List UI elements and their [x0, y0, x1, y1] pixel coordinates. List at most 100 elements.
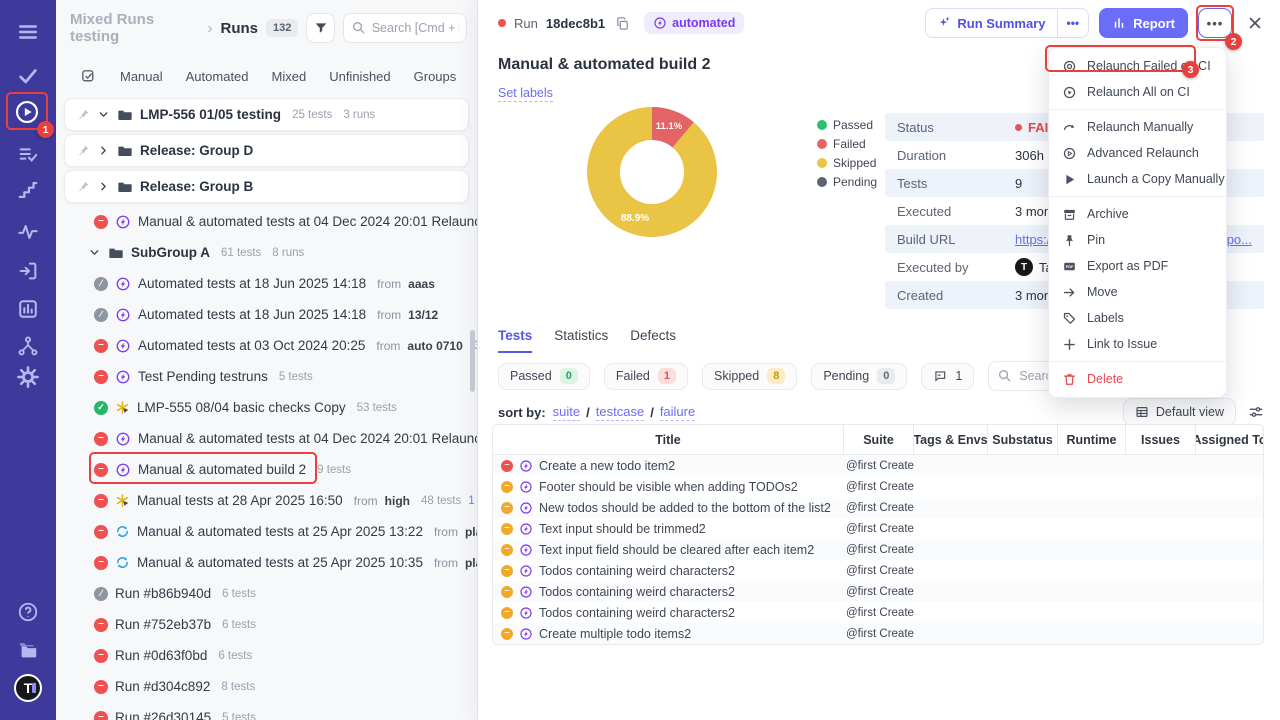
run-list-item[interactable]: Test Pending testruns from 5 tests: [56, 361, 477, 392]
test-suite[interactable]: @first Create ...: [844, 602, 914, 623]
col-issues[interactable]: Issues: [1126, 425, 1196, 454]
run-list-item[interactable]: LMP-555 08/04 basic checks Copy from 53 …: [56, 392, 477, 423]
test-suite[interactable]: @first Create ...: [844, 455, 914, 476]
sort-by-testcase[interactable]: testcase: [596, 404, 644, 421]
run-list-item[interactable]: Automated tests at 18 Jun 2025 14:18 fro…: [56, 268, 477, 299]
analytics-chart-icon[interactable]: [17, 298, 39, 320]
run-list-item[interactable]: Manual & automated tests at 25 Apr 2025 …: [56, 547, 477, 578]
table-row[interactable]: Text input should be trimmed2 @first Cre…: [493, 518, 1263, 539]
tab-tests[interactable]: Tests: [498, 328, 532, 353]
test-suite[interactable]: @first Create ...: [844, 476, 914, 497]
runs-nav-icon[interactable]: [14, 99, 40, 125]
chevron-icon[interactable]: [97, 108, 110, 121]
test-suite[interactable]: @first Create ...: [844, 623, 914, 644]
col-tags-envs[interactable]: Tags & Envs: [914, 425, 988, 454]
test-suite[interactable]: @first Create ...: [844, 539, 914, 560]
run-list-item[interactable]: Manual & automated tests at 25 Apr 2025 …: [56, 516, 477, 547]
test-suite[interactable]: @first Create ...: [844, 497, 914, 518]
menu-item-relaunch-manually[interactable]: Relaunch Manually: [1049, 114, 1226, 140]
report-button[interactable]: Report: [1099, 8, 1188, 38]
menu-item-link-to-issue[interactable]: Link to Issue: [1049, 331, 1226, 357]
col-suite[interactable]: Suite: [844, 425, 914, 454]
run-summary-button[interactable]: Run Summary: [926, 9, 1056, 37]
import-icon[interactable]: [17, 260, 39, 282]
filter-passed[interactable]: Passed0: [498, 363, 590, 390]
test-suite[interactable]: @first Create ...: [844, 518, 914, 539]
projects-folder-icon[interactable]: [17, 639, 39, 661]
run-summary-more-button[interactable]: •••: [1057, 9, 1089, 37]
menu-item-move[interactable]: Move: [1049, 279, 1226, 305]
col-runtime[interactable]: Runtime: [1058, 425, 1126, 454]
build-url-link-end[interactable]: po...: [1227, 232, 1252, 247]
filter-failed[interactable]: Failed1: [604, 363, 688, 390]
run-list-item[interactable]: Run #b86b940d from 6 tests: [56, 578, 477, 609]
run-list-item[interactable]: Run #0d63f0bd from 6 tests: [56, 640, 477, 671]
run-list-item[interactable]: Automated tests at 03 Oct 2024 20:25 fro…: [56, 330, 477, 361]
multi-select-icon[interactable]: [80, 68, 97, 85]
col-assigned-to[interactable]: Assigned To: [1196, 425, 1263, 454]
table-row[interactable]: New todos should be added to the bottom …: [493, 497, 1263, 518]
sort-by-failure[interactable]: failure: [660, 404, 695, 421]
automated-badge[interactable]: automated: [644, 12, 744, 34]
test-suite[interactable]: @first Create ...: [844, 581, 914, 602]
tab-manual[interactable]: Manual: [120, 69, 163, 84]
breadcrumb-project[interactable]: Mixed Runs testing: [70, 11, 199, 45]
milestones-steps-icon[interactable]: [17, 179, 39, 201]
chevron-icon[interactable]: [97, 144, 110, 157]
run-list-item[interactable]: Release: Group D from: [64, 134, 469, 167]
table-row[interactable]: Todos containing weird characters2 @firs…: [493, 602, 1263, 623]
run-list-item[interactable]: Manual & automated tests at 04 Dec 2024 …: [56, 206, 477, 237]
menu-item-relaunch-failed-on-ci[interactable]: Relaunch Failed on CI: [1049, 53, 1226, 79]
run-list-item[interactable]: Automated tests at 18 Jun 2025 14:18 fro…: [56, 299, 477, 330]
tab-automated[interactable]: Automated: [186, 69, 249, 84]
col-title[interactable]: Title: [493, 425, 844, 454]
user-avatar[interactable]: T: [14, 674, 42, 702]
run-list-item[interactable]: SubGroup A from 61 tests 8 runs: [56, 237, 477, 268]
activity-pulse-icon[interactable]: [17, 221, 39, 243]
defects-link[interactable]: 1 defects: [468, 495, 477, 507]
filter-button[interactable]: [306, 13, 334, 43]
table-row[interactable]: Todos containing weird characters2 @firs…: [493, 581, 1263, 602]
sort-by-suite[interactable]: suite: [553, 404, 580, 421]
runs-scrollbar[interactable]: [470, 330, 475, 392]
table-row[interactable]: Footer should be visible when adding TOD…: [493, 476, 1263, 497]
chevron-icon[interactable]: [97, 180, 110, 193]
table-row[interactable]: Create multiple todo items2 @first Creat…: [493, 623, 1263, 644]
run-list-item[interactable]: Manual & automated build 2 from 9 tests: [56, 454, 477, 485]
menu-item-archive[interactable]: Archive: [1049, 201, 1226, 227]
run-list-item[interactable]: Run #26d30145 from 5 tests: [56, 702, 477, 720]
table-row[interactable]: Todos containing weird characters2 @firs…: [493, 560, 1263, 581]
table-row[interactable]: Text input field should be cleared after…: [493, 539, 1263, 560]
test-suite[interactable]: @first Create ...: [844, 560, 914, 581]
run-list-item[interactable]: Release: Group B from: [64, 170, 469, 203]
help-icon[interactable]: [17, 601, 39, 623]
menu-item-export-pdf[interactable]: PDFExport as PDF: [1049, 253, 1226, 279]
col-substatus[interactable]: Substatus: [988, 425, 1058, 454]
branches-icon[interactable]: [17, 335, 39, 357]
tab-mixed[interactable]: Mixed: [272, 69, 307, 84]
run-actions-menu-button[interactable]: •••: [1198, 8, 1232, 38]
filter-comments[interactable]: 1: [921, 363, 974, 390]
test-plans-icon[interactable]: [17, 143, 39, 165]
run-list-item[interactable]: LMP-556 01/05 testing from 25 tests 3 ru…: [64, 98, 469, 131]
run-list-item[interactable]: Manual tests at 28 Apr 2025 16:50 from h…: [56, 485, 477, 516]
menu-item-launch-copy-manually[interactable]: Launch a Copy Manually: [1049, 166, 1226, 192]
menu-item-pin[interactable]: Pin: [1049, 227, 1226, 253]
run-list-item[interactable]: Run #d304c892 from 8 tests: [56, 671, 477, 702]
drawer-close-icon[interactable]: [1246, 14, 1264, 32]
set-labels-link[interactable]: Set labels: [498, 86, 553, 102]
menu-item-labels[interactable]: Labels: [1049, 305, 1226, 331]
results-check-icon[interactable]: [17, 65, 39, 87]
menu-item-relaunch-all-on-ci[interactable]: Relaunch All on CI: [1049, 79, 1226, 105]
hamburger-menu-icon[interactable]: [17, 21, 39, 43]
filter-pending[interactable]: Pending0: [811, 363, 907, 390]
tab-defects[interactable]: Defects: [630, 328, 676, 353]
menu-item-delete[interactable]: Delete: [1049, 366, 1226, 392]
run-list-item[interactable]: Manual & automated tests at 04 Dec 2024 …: [56, 423, 477, 454]
default-view-button[interactable]: Default view: [1123, 398, 1236, 426]
run-list-item[interactable]: Run #752eb37b from 6 tests: [56, 609, 477, 640]
column-settings-icon[interactable]: [1248, 404, 1264, 420]
tab-statistics[interactable]: Statistics: [554, 328, 608, 353]
chevron-icon[interactable]: [88, 246, 101, 259]
menu-item-advanced-relaunch[interactable]: Advanced Relaunch: [1049, 140, 1226, 166]
